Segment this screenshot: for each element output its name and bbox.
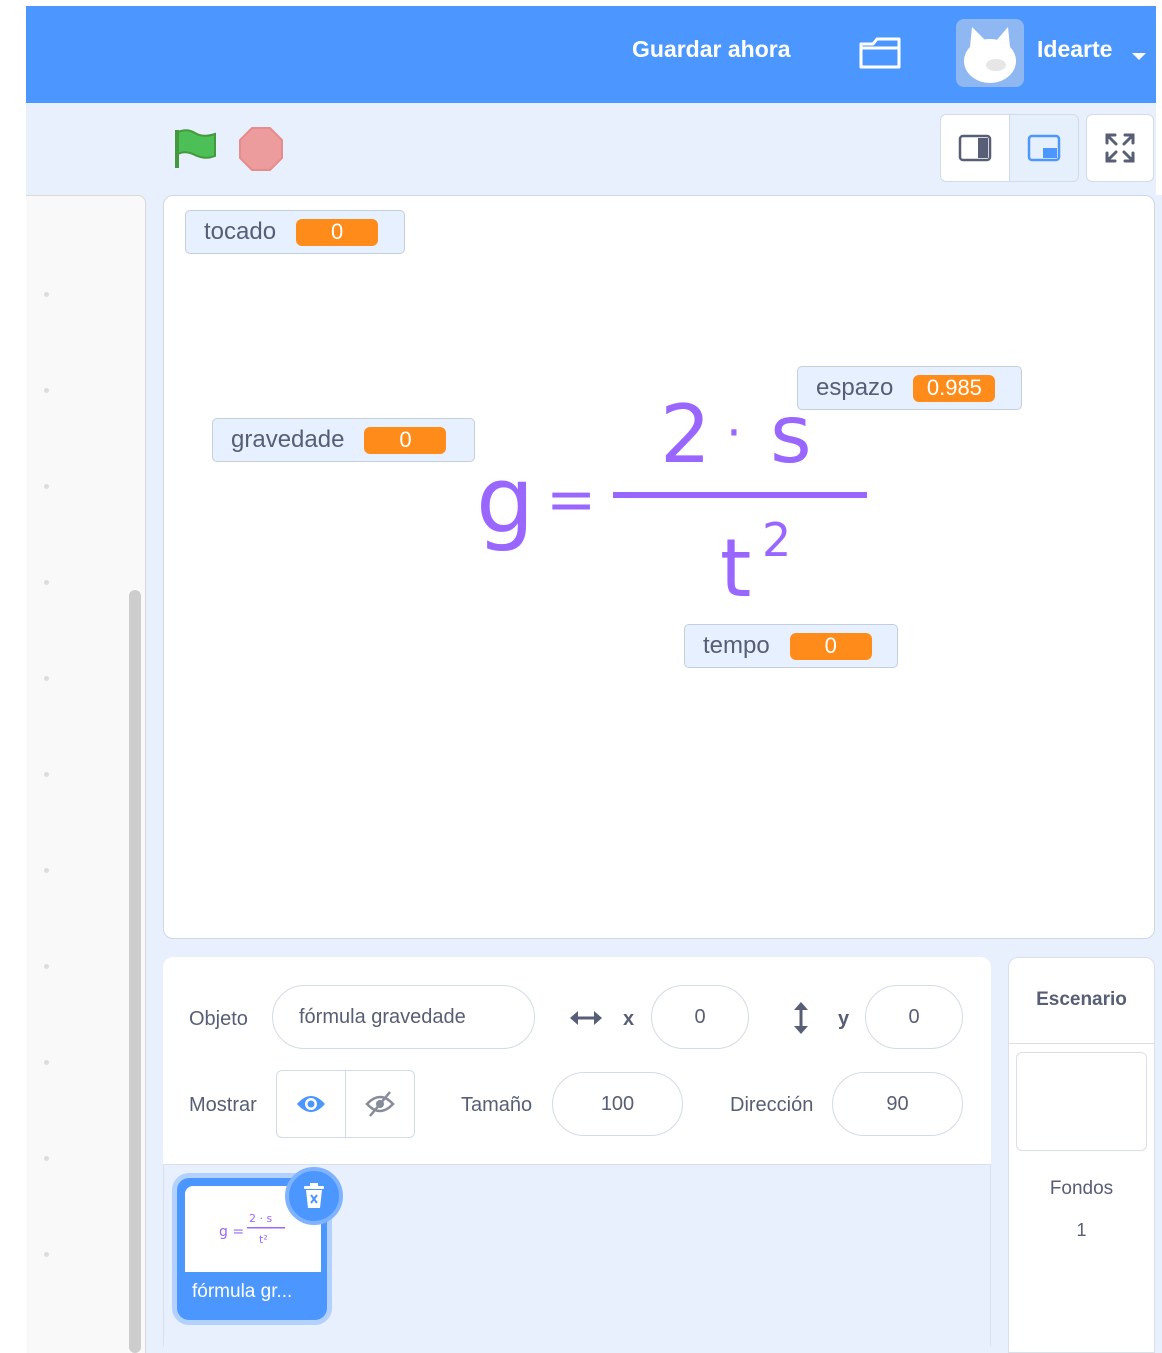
- backdrops-count: 1: [1076, 1220, 1087, 1240]
- folder-icon[interactable]: [858, 36, 902, 70]
- normal-stage-icon: [1027, 134, 1061, 162]
- formula-equals: =: [546, 465, 596, 535]
- small-stage-button[interactable]: [940, 114, 1010, 182]
- grid-dot: [44, 964, 49, 969]
- formula-lhs: g: [476, 447, 534, 554]
- grid-dot: [44, 1252, 49, 1257]
- formula-denominator: t: [720, 522, 751, 615]
- monitor-value: 0: [789, 632, 872, 660]
- x-label: x: [623, 1008, 635, 1030]
- chevron-down-icon[interactable]: [1130, 50, 1148, 62]
- monitor-label: tempo: [703, 632, 770, 659]
- show-label: Mostrar: [189, 1094, 257, 1116]
- grid-dot: [44, 868, 49, 873]
- monitor-value: 0.985: [913, 374, 996, 402]
- small-stage-icon: [958, 134, 992, 162]
- stage-selector-header: Escenario: [1008, 957, 1155, 1044]
- fullscreen-button[interactable]: [1086, 114, 1154, 182]
- show-sprite-button[interactable]: [276, 1070, 346, 1138]
- trash-icon: [304, 1183, 324, 1208]
- thumb-denominator: t²: [259, 1233, 268, 1246]
- y-label: y: [838, 1008, 850, 1030]
- monitor-value: 0: [364, 426, 447, 454]
- delete-sprite-button[interactable]: [285, 1167, 343, 1225]
- code-area[interactable]: [26, 195, 146, 1353]
- normal-stage-button[interactable]: [1009, 114, 1079, 182]
- eye-slash-icon: [365, 1091, 395, 1117]
- y-input[interactable]: 0: [865, 985, 963, 1049]
- grid-dot: [44, 292, 49, 297]
- eye-icon: [297, 1096, 325, 1112]
- monitor-label: gravedade: [231, 426, 345, 453]
- formula-exponent: 2: [762, 513, 791, 567]
- grid-dot: [44, 388, 49, 393]
- username-menu[interactable]: Idearte: [1037, 36, 1112, 63]
- monitor-gravedade[interactable]: gravedade 0: [212, 418, 475, 462]
- grid-dot: [44, 676, 49, 681]
- sprite-name-input[interactable]: fórmula gravedade: [272, 985, 535, 1049]
- thumb-fraction-bar: [247, 1227, 285, 1229]
- grid-dot: [44, 1060, 49, 1065]
- stop-icon[interactable]: [238, 126, 284, 172]
- green-flag-icon[interactable]: [173, 126, 217, 170]
- code-scrollbar[interactable]: [129, 590, 141, 1353]
- formula-numerator-left: 2: [660, 388, 711, 481]
- direction-input[interactable]: 90: [832, 1072, 963, 1136]
- thumb-lhs: g =: [219, 1224, 244, 1240]
- backdrop-thumbnail[interactable]: [1016, 1052, 1147, 1151]
- grid-dot: [44, 580, 49, 585]
- save-now-button[interactable]: Guardar ahora: [632, 36, 791, 63]
- horizontal-arrows-icon: [568, 1006, 604, 1035]
- monitor-tocado[interactable]: tocado 0: [185, 210, 405, 254]
- formula-sprite[interactable]: g = 2 · s t 2: [470, 380, 890, 620]
- fullscreen-icon: [1105, 133, 1135, 163]
- monitor-tempo[interactable]: tempo 0: [684, 624, 898, 668]
- formula-numerator-right: s: [770, 388, 812, 481]
- sprite-name-label: Objeto: [189, 1008, 248, 1030]
- fraction-bar: [613, 492, 867, 498]
- monitor-value: 0: [296, 218, 379, 246]
- direction-label: Dirección: [730, 1094, 814, 1116]
- backdrops-label: Fondos: [1049, 1178, 1114, 1199]
- size-label: Tamaño: [461, 1094, 533, 1116]
- grid-dot: [44, 1156, 49, 1161]
- hide-sprite-button[interactable]: [345, 1070, 415, 1138]
- thumb-numerator: 2 · s: [249, 1212, 272, 1225]
- avatar[interactable]: [956, 19, 1024, 87]
- formula-dot: ·: [726, 404, 742, 462]
- grid-dot: [44, 772, 49, 777]
- x-input[interactable]: 0: [651, 985, 749, 1049]
- grid-dot: [44, 484, 49, 489]
- sprite-tile-label: fórmula gr...: [192, 1281, 293, 1302]
- size-input[interactable]: 100: [552, 1072, 683, 1136]
- monitor-label: tocado: [204, 218, 277, 245]
- vertical-arrows-icon: [789, 1000, 813, 1041]
